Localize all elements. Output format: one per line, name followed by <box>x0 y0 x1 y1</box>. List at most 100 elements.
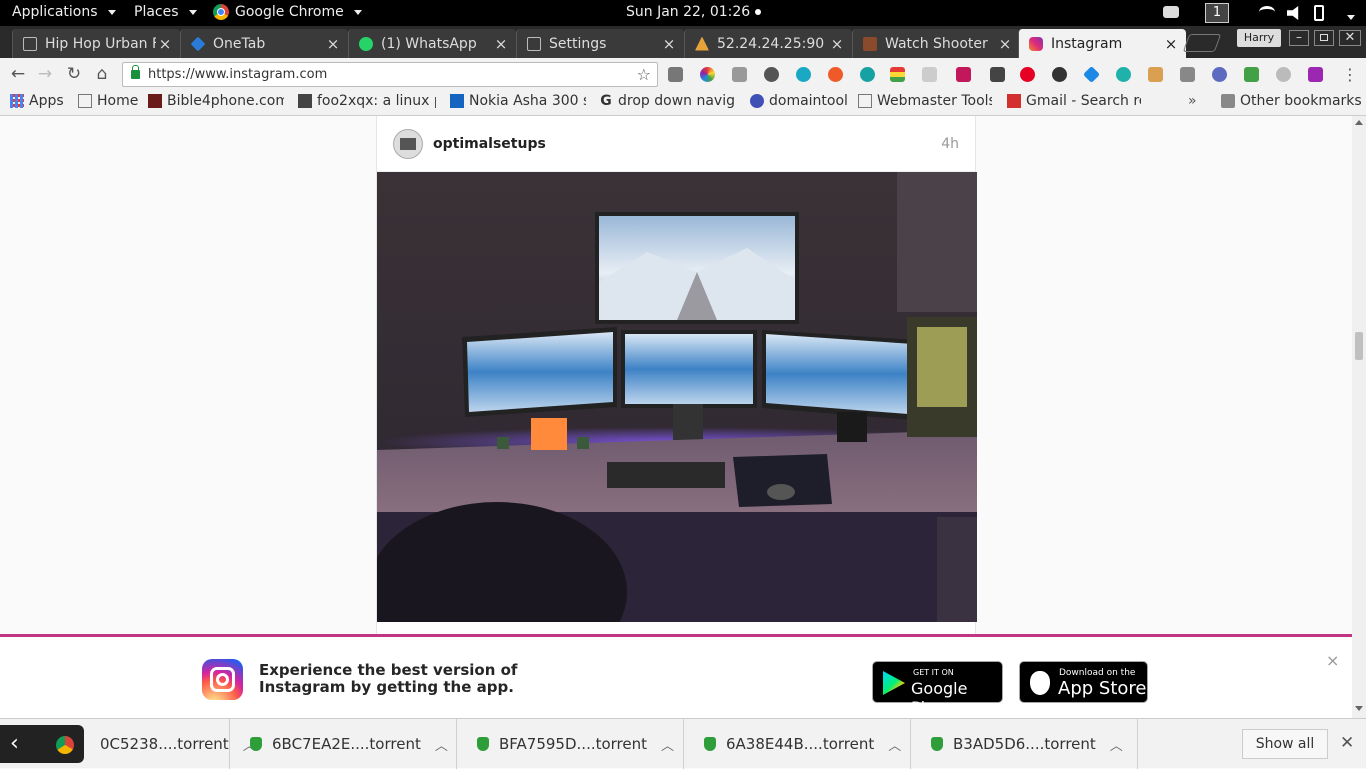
close-icon[interactable]: × <box>660 35 678 53</box>
extension-stack-icon[interactable] <box>890 67 905 82</box>
pinterest-icon[interactable] <box>1020 67 1035 82</box>
extension-ban-icon[interactable] <box>1276 67 1291 82</box>
restore-button[interactable] <box>1314 30 1334 46</box>
new-tab-button[interactable] <box>1182 34 1222 52</box>
home-button[interactable]: ⌂ <box>91 63 113 85</box>
close-icon[interactable]: × <box>156 35 174 53</box>
extension-glasses-icon[interactable] <box>1212 67 1227 82</box>
close-downloads-icon[interactable]: ✕ <box>1340 733 1354 753</box>
extension-ip-icon[interactable] <box>796 67 811 82</box>
chevron-down-icon[interactable] <box>1343 8 1355 24</box>
extension-f-icon[interactable] <box>1180 67 1195 82</box>
banner-line-2: Instagram by getting the app. <box>259 678 514 696</box>
close-icon[interactable]: × <box>492 35 510 53</box>
page-scrollbar[interactable] <box>1352 116 1366 718</box>
chevron-up-icon[interactable]: ︿ <box>661 735 674 754</box>
bookmark-foo2xqx[interactable]: foo2xqx: a linux p <box>298 93 436 109</box>
app-menu[interactable]: Google Chrome <box>213 4 362 20</box>
scroll-up-icon[interactable] <box>1355 120 1363 125</box>
tab-ip-address[interactable]: 52.24.24.25:90 × <box>684 29 852 58</box>
bookmark-gmail[interactable]: Gmail - Search re <box>1007 93 1141 109</box>
google-play-button[interactable]: GET IT ON Google Play <box>872 661 1003 717</box>
reload-button[interactable]: ↻ <box>63 63 85 85</box>
bookmark-apps[interactable]: Apps <box>10 93 64 109</box>
tab-instagram[interactable]: Instagram × <box>1018 29 1186 58</box>
back-button[interactable]: ← <box>7 63 29 85</box>
post-username[interactable]: optimalsetups <box>433 136 941 152</box>
extension-cup-icon[interactable] <box>1052 67 1067 82</box>
extension-color-icon[interactable] <box>700 67 715 82</box>
download-item[interactable]: 6BC7EA2E....torrent ︿ <box>230 719 457 769</box>
bookmark-other[interactable]: Other bookmarks <box>1221 93 1362 109</box>
back-arrow-icon[interactable]: ‹ <box>10 731 19 756</box>
chevron-up-icon[interactable]: ︿ <box>435 735 448 754</box>
chevron-up-icon[interactable]: ︿ <box>888 735 901 754</box>
forward-button[interactable]: → <box>34 63 56 85</box>
extension-cast-icon[interactable] <box>922 67 937 82</box>
bookmark-bible4phone[interactable]: Bible4phone.com <box>148 93 284 109</box>
extension-shield-icon[interactable] <box>1244 67 1259 82</box>
close-icon[interactable]: × <box>324 35 342 53</box>
places-label: Places <box>134 4 179 20</box>
volume-icon[interactable] <box>1287 6 1299 20</box>
extension-user-icon[interactable] <box>956 67 971 82</box>
overlay-panel[interactable]: ‹ <box>0 725 84 763</box>
bookmark-domaintool[interactable]: domaintool <box>750 93 848 109</box>
extension-alert-icon[interactable] <box>828 67 843 82</box>
battery-icon[interactable] <box>1314 5 1324 21</box>
bookmark-home[interactable]: Home <box>78 93 138 109</box>
notification-icon[interactable] <box>1163 6 1179 18</box>
bookmark-webmaster[interactable]: Webmaster Tools <box>858 93 992 109</box>
tab-onetab[interactable]: OneTab × <box>180 29 348 58</box>
download-item[interactable]: BFA7595D....torrent ︿ <box>457 719 684 769</box>
close-icon[interactable]: × <box>1162 35 1180 53</box>
tab-watch-shooter[interactable]: Watch Shooter × <box>852 29 1020 58</box>
menu-icon[interactable]: ⋮ <box>1342 65 1358 84</box>
close-window-button[interactable]: ✕ <box>1339 30 1361 46</box>
app-store-button[interactable]: Download on the App Store <box>1019 661 1148 703</box>
site-icon <box>148 94 162 108</box>
applications-menu[interactable]: Applications <box>12 4 116 20</box>
chevron-down-icon <box>107 9 116 15</box>
extension-diamond-icon[interactable] <box>1083 66 1100 83</box>
page-content: optimalsetups 4h <box>0 116 1352 636</box>
address-bar[interactable]: https://www.instagram.com ☆ <box>122 62 658 87</box>
post-photo[interactable] <box>377 172 977 622</box>
bookmark-nokia[interactable]: Nokia Asha 300 s <box>450 93 586 109</box>
extension-face-icon[interactable] <box>1148 67 1163 82</box>
extension-mail-icon[interactable] <box>668 67 683 82</box>
download-item[interactable]: 6A38E44B....torrent ︿ <box>684 719 911 769</box>
post-time[interactable]: 4h <box>941 136 959 152</box>
extension-h-icon[interactable] <box>860 67 875 82</box>
folder-icon <box>1221 94 1235 108</box>
download-item[interactable]: B3AD5D6....torrent ︿ <box>911 719 1138 769</box>
workspace-indicator[interactable]: 1 <box>1205 3 1229 23</box>
star-icon[interactable]: ☆ <box>637 65 651 84</box>
extension-in-icon[interactable] <box>732 67 747 82</box>
tab-settings[interactable]: Settings × <box>516 29 684 58</box>
chrome-icon <box>56 736 74 754</box>
close-icon[interactable]: × <box>996 35 1014 53</box>
scroll-thumb[interactable] <box>1355 332 1363 360</box>
bookmark-dropdown[interactable]: Gdrop down naviga <box>599 93 735 109</box>
tab-hip-hop[interactable]: Hip Hop Urban F × <box>12 29 180 58</box>
downloads-shelf: 0C5238....torrent︿ ‹ 6BC7EA2E....torrent… <box>0 718 1366 769</box>
clock[interactable]: Sun Jan 22, 01:26 <box>626 4 761 20</box>
profile-button[interactable]: Harry <box>1237 29 1281 47</box>
instagram-logo-icon <box>202 659 243 700</box>
scroll-down-icon[interactable] <box>1355 706 1363 711</box>
extension-feather-icon[interactable] <box>1308 67 1323 82</box>
places-menu[interactable]: Places <box>134 4 197 20</box>
bookmarks-overflow-icon[interactable]: » <box>1188 93 1197 109</box>
extension-pen-icon[interactable] <box>990 67 1005 82</box>
avatar[interactable] <box>393 128 423 159</box>
banner-close-icon[interactable]: × <box>1326 651 1339 670</box>
extension-m-icon[interactable] <box>1116 67 1131 82</box>
tab-whatsapp[interactable]: (1) WhatsApp × <box>348 29 516 58</box>
minimize-button[interactable]: – <box>1289 30 1309 46</box>
chevron-up-icon[interactable]: ︿ <box>1110 735 1123 754</box>
wifi-icon[interactable] <box>1259 6 1275 18</box>
close-icon[interactable]: × <box>828 35 846 53</box>
show-all-button[interactable]: Show all <box>1242 729 1328 759</box>
extension-gear-icon[interactable] <box>764 67 779 82</box>
